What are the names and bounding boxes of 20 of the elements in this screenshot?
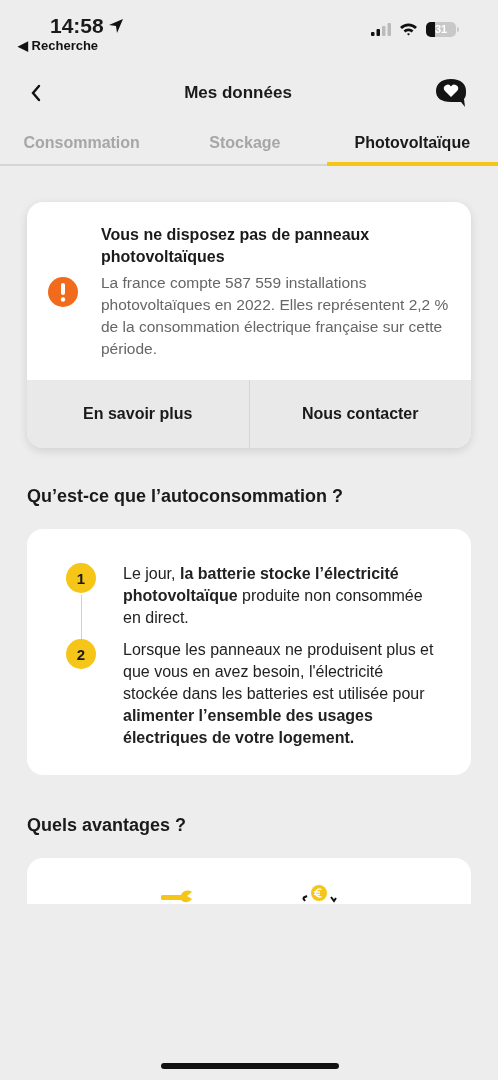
page-title: Mes données [184, 83, 292, 103]
alert-action-button[interactable]: Nous contacter [248, 380, 471, 448]
location-arrow-icon [107, 18, 124, 34]
tab[interactable]: Photovoltaïque [326, 124, 498, 166]
section-heading: Quels avantages ? [27, 815, 188, 836]
section-heading: Qu’est-ce que l’autoconsommation ? [27, 486, 345, 507]
step-text: Le jour, la batterie stocke l’électricité photovoltaïque produite non consommée en direct. [123, 564, 424, 628]
signal-icon [371, 22, 391, 36]
back-chevron-icon[interactable] [30, 84, 42, 102]
back-to-app-link[interactable]: ◀ Recherche [18, 38, 124, 53]
alert-message: La france compte 587 559 installations photovoltaïques en 2022. Elles représentent 2,2 % de la consommation électrique française sur cette période. [101, 273, 450, 359]
status-time: 14:58 [50, 14, 104, 38]
heart-chat-icon[interactable] [434, 78, 468, 108]
wifi-icon [399, 22, 418, 36]
alert-title: Vous ne disposez pas de panneaux photovoltaïques [101, 225, 371, 267]
wrench-icon [161, 890, 193, 904]
step-number: 2 [66, 639, 96, 669]
step-number: 1 [66, 563, 96, 593]
step-text: Lorsque les panneaux ne produisent plus et que vous en avez besoin, l'électricité stockée dans les batteries est utilisée pour alimenter l’ensemble des usages électriques de votre logement. [123, 640, 435, 748]
warning-icon [47, 276, 79, 308]
